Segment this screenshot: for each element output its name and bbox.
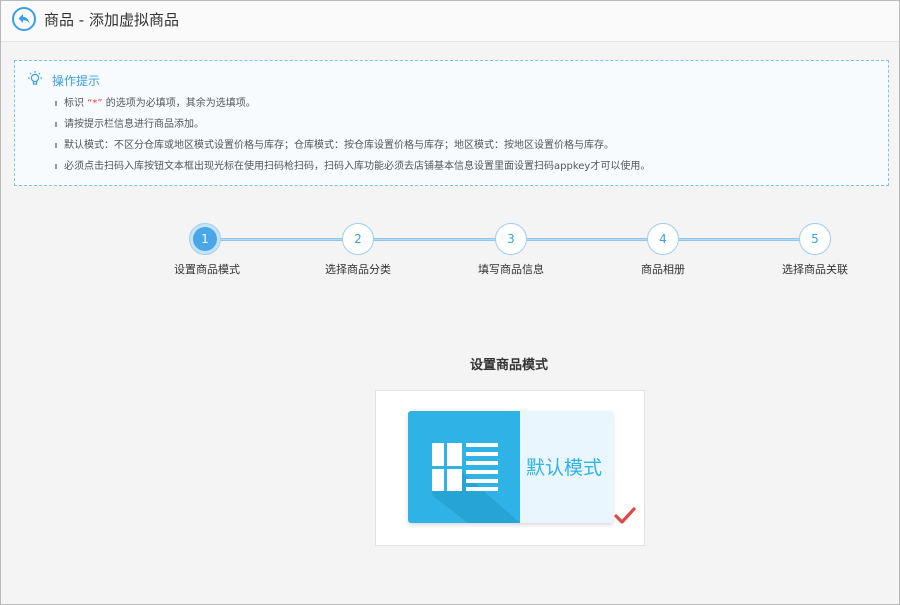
tip-item: 请按提示栏信息进行商品添加。 bbox=[53, 118, 873, 139]
page-title: 商品 - 添加虚拟商品 bbox=[44, 11, 179, 29]
step-2[interactable]: 2 bbox=[342, 223, 374, 255]
step-4[interactable]: 4 bbox=[647, 223, 679, 255]
mode-section-title: 设置商品模式 bbox=[469, 358, 548, 373]
default-mode-card[interactable]: 默认模式 bbox=[408, 411, 613, 523]
mode-label: 默认模式 bbox=[526, 457, 603, 479]
step-label-3: 填写商品信息 bbox=[478, 263, 544, 276]
tip-item: 默认模式：不区分仓库或地区模式设置价格与库存；仓库模式：按仓库设置价格与库存；地… bbox=[53, 139, 873, 160]
step-label-2: 选择商品分类 bbox=[325, 263, 391, 276]
step-3[interactable]: 3 bbox=[495, 223, 527, 255]
back-arrow-icon bbox=[18, 14, 30, 24]
mode-card-icon-panel bbox=[408, 411, 520, 523]
tips-list: 标识 “*” 的选项为必填项，其余为选填项。 请按提示栏信息进行商品添加。 默认… bbox=[53, 97, 873, 181]
step-label-5: 选择商品关联 bbox=[782, 263, 848, 276]
step-progress: 1 设置商品模式 2 选择商品分类 3 填写商品信息 4 商品相册 5 选择商品… bbox=[161, 219, 881, 279]
operation-tips-panel: 操作提示 标识 “*” 的选项为必填项，其余为选填项。 请按提示栏信息进行商品添… bbox=[14, 60, 889, 186]
tip-item: 必须点击扫码入库按钮文本框出现光标在使用扫码枪扫码，扫码入库功能必须去店铺基本信… bbox=[53, 160, 873, 181]
app-window: 商品 - 添加虚拟商品 操作提示 标识 “*” 的选项为必填项，其余为选填项。 … bbox=[0, 0, 900, 605]
tips-title: 操作提示 bbox=[52, 74, 101, 88]
list-layout-icon bbox=[432, 443, 520, 523]
step-5[interactable]: 5 bbox=[799, 223, 831, 255]
mode-options-box: 默认模式 bbox=[375, 390, 645, 546]
checkmark-icon bbox=[614, 507, 636, 524]
step-1[interactable]: 1 bbox=[189, 223, 221, 255]
back-button[interactable] bbox=[12, 7, 36, 31]
tip-item: 标识 “*” 的选项为必填项，其余为选填项。 bbox=[53, 97, 873, 118]
step-label-1: 设置商品模式 bbox=[174, 263, 240, 276]
page-header: 商品 - 添加虚拟商品 bbox=[1, 1, 899, 42]
step-label-4: 商品相册 bbox=[641, 263, 685, 276]
required-star: “*” bbox=[87, 98, 103, 109]
lightbulb-icon bbox=[28, 71, 42, 85]
